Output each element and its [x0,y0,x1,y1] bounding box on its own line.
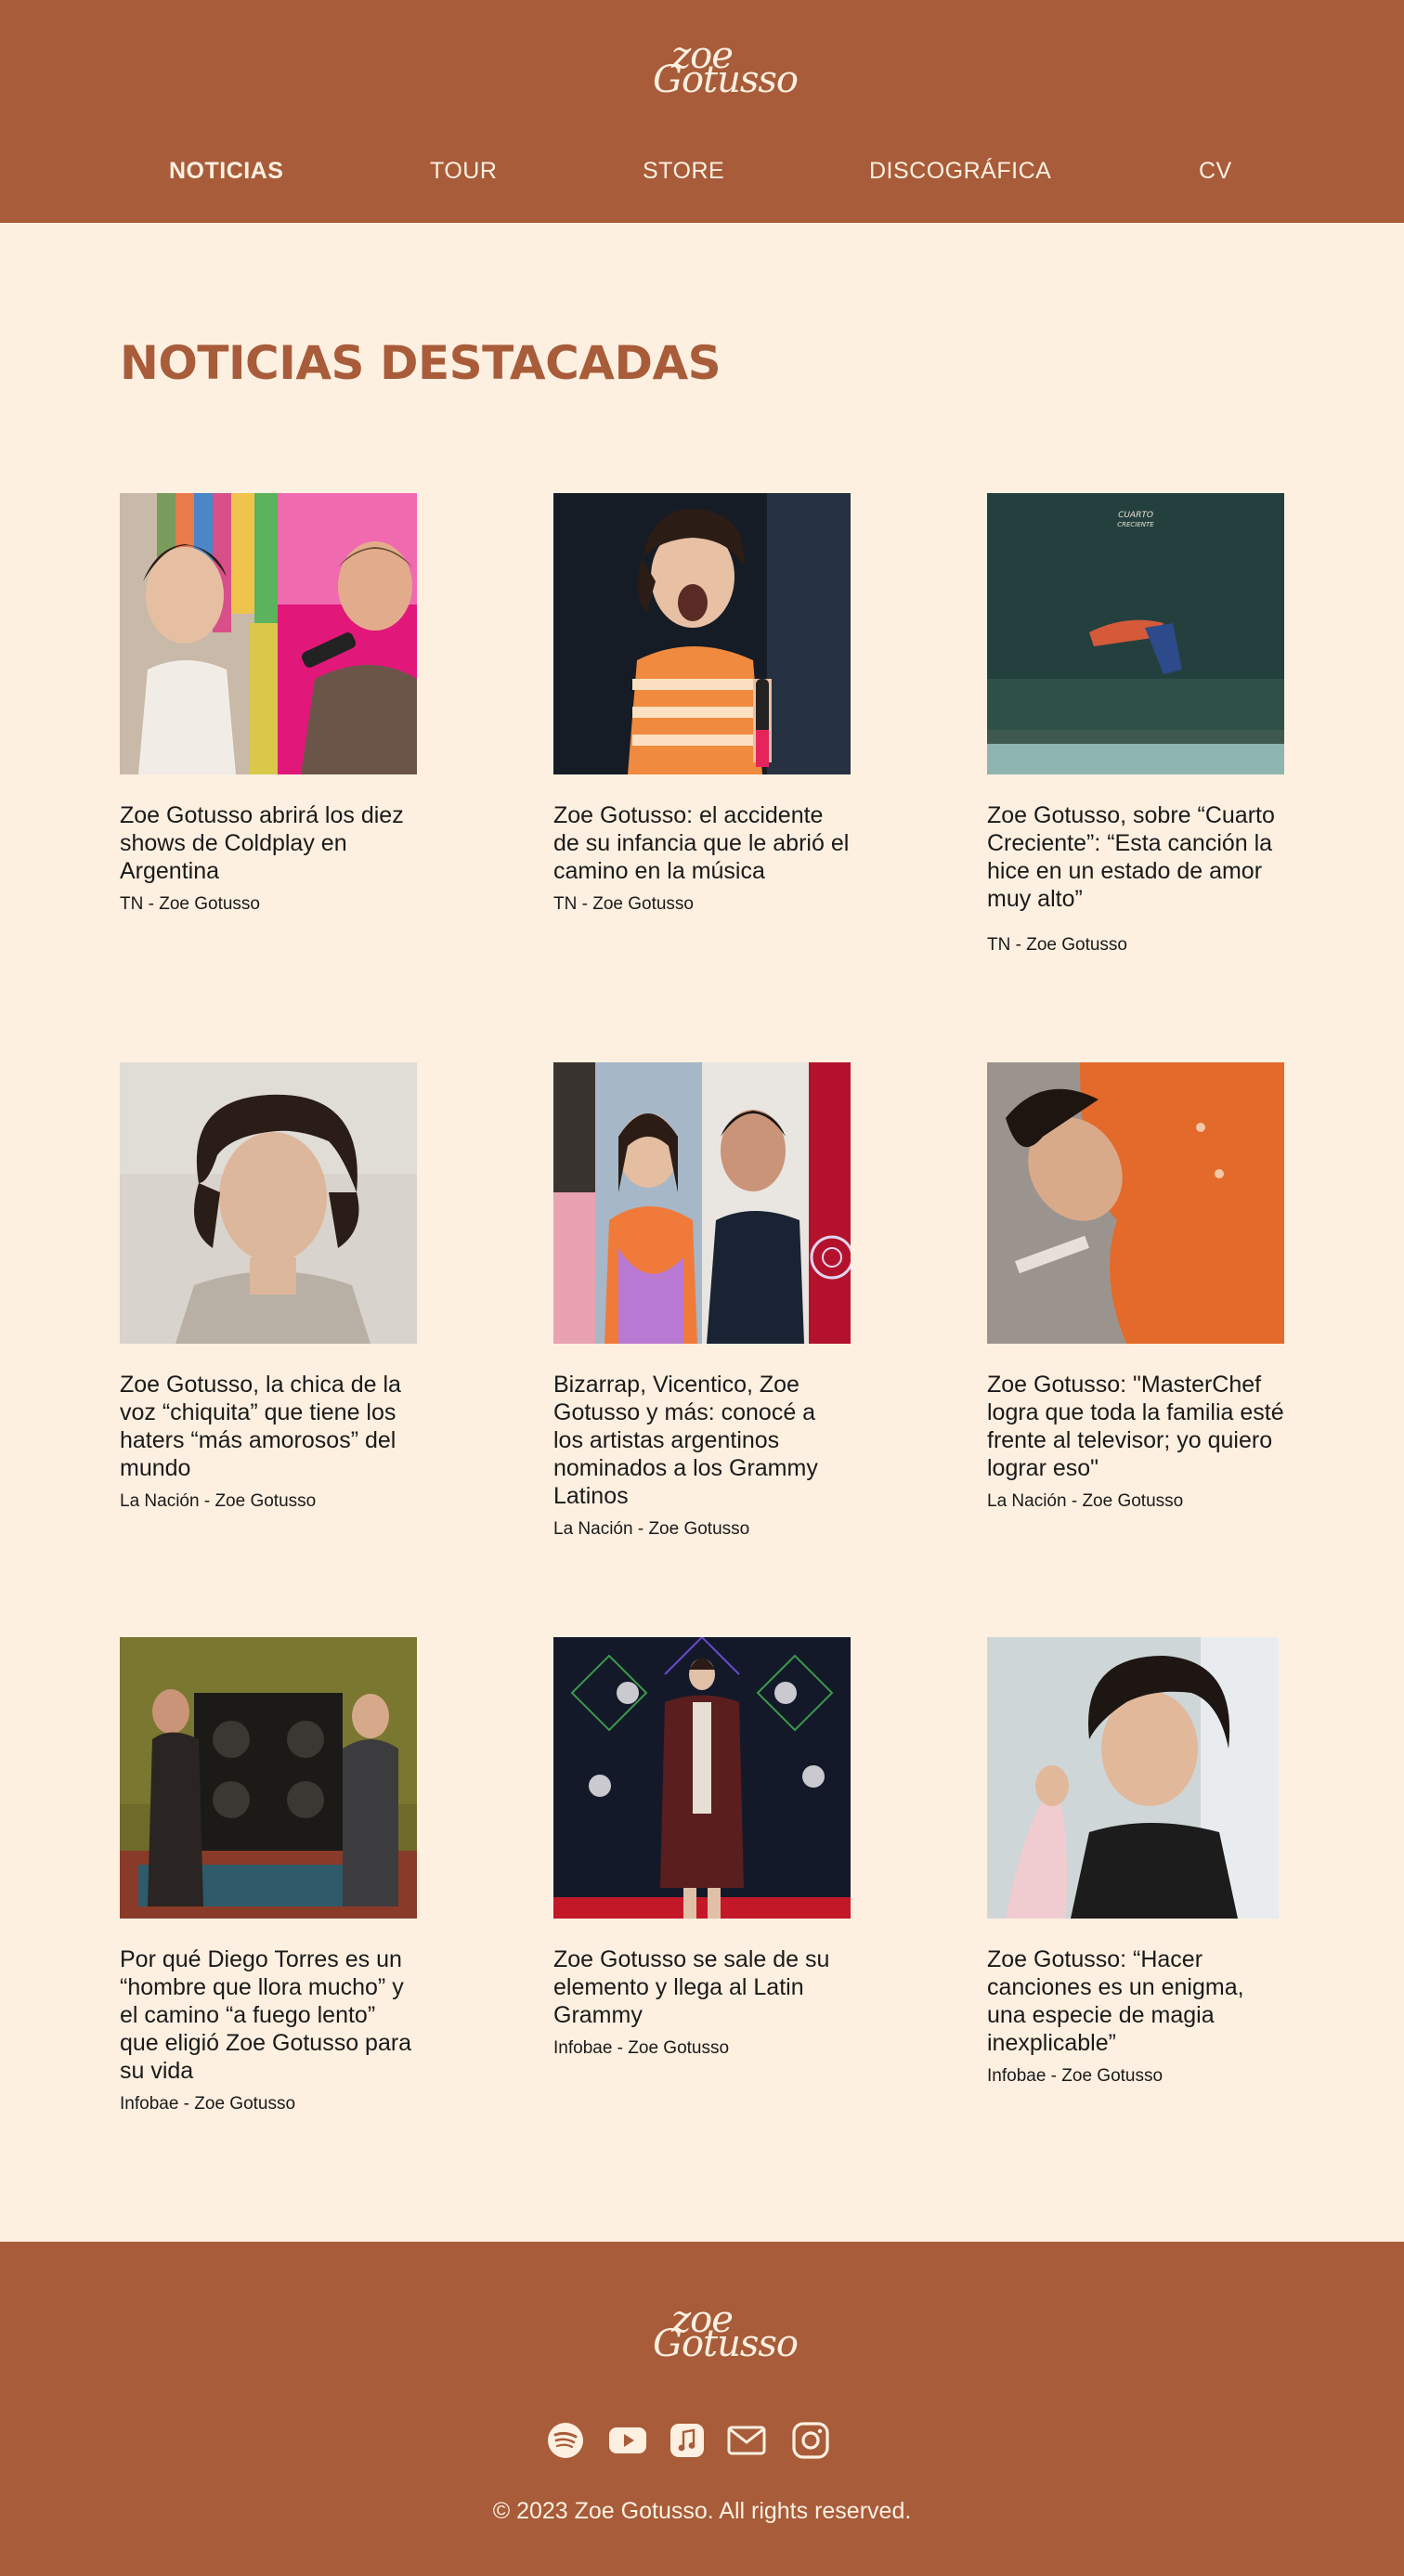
apple-music-icon[interactable] [667,2420,708,2461]
site-footer: zoe Gotusso [0,2242,1404,2576]
page-title: NOTICIAS DESTACADAS [120,336,722,390]
site-header: zoe Gotusso NOTICIAS TOUR STORE DISCOGRÁ… [0,0,1404,223]
nav-item-cv[interactable]: CV [1199,158,1232,185]
news-card[interactable]: Zoe Gotusso: “Hacer canciones es un enig… [987,1637,1294,2087]
news-title[interactable]: Bizarrap, Vicentico, Zoe Gotusso y más: … [553,1371,851,1510]
news-card[interactable]: Por qué Diego Torres es un “hombre que l… [120,1637,426,2114]
nav-item-noticias[interactable]: NOTICIAS [169,158,283,185]
news-thumbnail[interactable] [553,1637,851,1919]
news-card[interactable]: Zoe Gotusso se sale de su elemento y lle… [553,1637,860,2059]
news-card[interactable]: Bizarrap, Vicentico, Zoe Gotusso y más: … [553,1062,860,1540]
news-thumbnail[interactable] [987,1062,1284,1344]
news-title[interactable]: Zoe Gotusso: “Hacer canciones es un enig… [987,1945,1284,2057]
svg-text:CRECIENTE: CRECIENTE [1117,521,1154,528]
copyright: © 2023 Zoe Gotusso. All rights reserved. [492,2498,912,2524]
news-title[interactable]: Zoe Gotusso se sale de su elemento y lle… [553,1945,851,2029]
logo-line2: Gotusso [652,2322,799,2365]
email-icon[interactable] [726,2420,767,2461]
youtube-icon[interactable] [607,2420,648,2461]
news-source: TN - Zoe Gotusso [120,894,260,914]
news-thumbnail[interactable] [120,1062,417,1344]
news-card[interactable]: Zoe Gotusso, la chica de la voz “chiquit… [120,1062,426,1512]
footer-logo[interactable]: zoe Gotusso [606,2301,799,2365]
social-links [0,2420,1404,2461]
news-card[interactable]: Zoe Gotusso: "MasterChef logra que toda … [987,1062,1294,1512]
spotify-icon[interactable] [545,2420,586,2461]
news-title[interactable]: Zoe Gotusso: "MasterChef logra que toda … [987,1371,1284,1482]
news-source: La Nación - Zoe Gotusso [987,1491,1184,1511]
news-title[interactable]: Zoe Gotusso: el accidente de su infancia… [553,801,851,885]
news-thumbnail[interactable] [120,1637,417,1919]
news-source: Infobae - Zoe Gotusso [553,2038,730,2058]
news-source: La Nación - Zoe Gotusso [553,1519,750,1539]
news-title[interactable]: Zoe Gotusso, la chica de la voz “chiquit… [120,1371,417,1482]
news-title[interactable]: Por qué Diego Torres es un “hombre que l… [120,1945,417,2085]
nav-item-discografica[interactable]: DISCOGRÁFICA [869,158,1051,185]
news-card[interactable]: CUARTO CRECIENTE Zoe Gotusso, sobre “Cua… [987,493,1294,956]
news-thumbnail[interactable] [120,493,417,774]
news-source: TN - Zoe Gotusso [553,894,694,914]
logo[interactable]: zoe Gotusso [606,37,799,101]
news-source: La Nación - Zoe Gotusso [120,1491,317,1511]
news-thumbnail[interactable] [553,493,851,774]
news-title[interactable]: Zoe Gotusso abrirá los diez shows de Col… [120,801,417,885]
svg-text:CUARTO: CUARTO [1118,511,1153,520]
news-thumbnail[interactable] [553,1062,851,1344]
nav-item-store[interactable]: STORE [643,158,724,185]
news-thumbnail[interactable] [987,1637,1279,1919]
news-thumbnail[interactable]: CUARTO CRECIENTE [987,493,1284,774]
news-source: Infobae - Zoe Gotusso [987,2066,1164,2086]
news-card[interactable]: Zoe Gotusso abrirá los diez shows de Col… [120,493,426,915]
main-nav: NOTICIAS TOUR STORE DISCOGRÁFICA CV [0,158,1404,186]
news-title[interactable]: Zoe Gotusso, sobre “Cuarto Creciente”: “… [987,801,1284,913]
nav-item-tour[interactable]: TOUR [430,158,497,185]
instagram-icon[interactable] [790,2420,831,2461]
news-source: Infobae - Zoe Gotusso [120,2094,296,2114]
logo-line2: Gotusso [652,59,799,101]
news-card[interactable]: Zoe Gotusso: el accidente de su infancia… [553,493,860,915]
news-source: TN - Zoe Gotusso [987,935,1127,955]
